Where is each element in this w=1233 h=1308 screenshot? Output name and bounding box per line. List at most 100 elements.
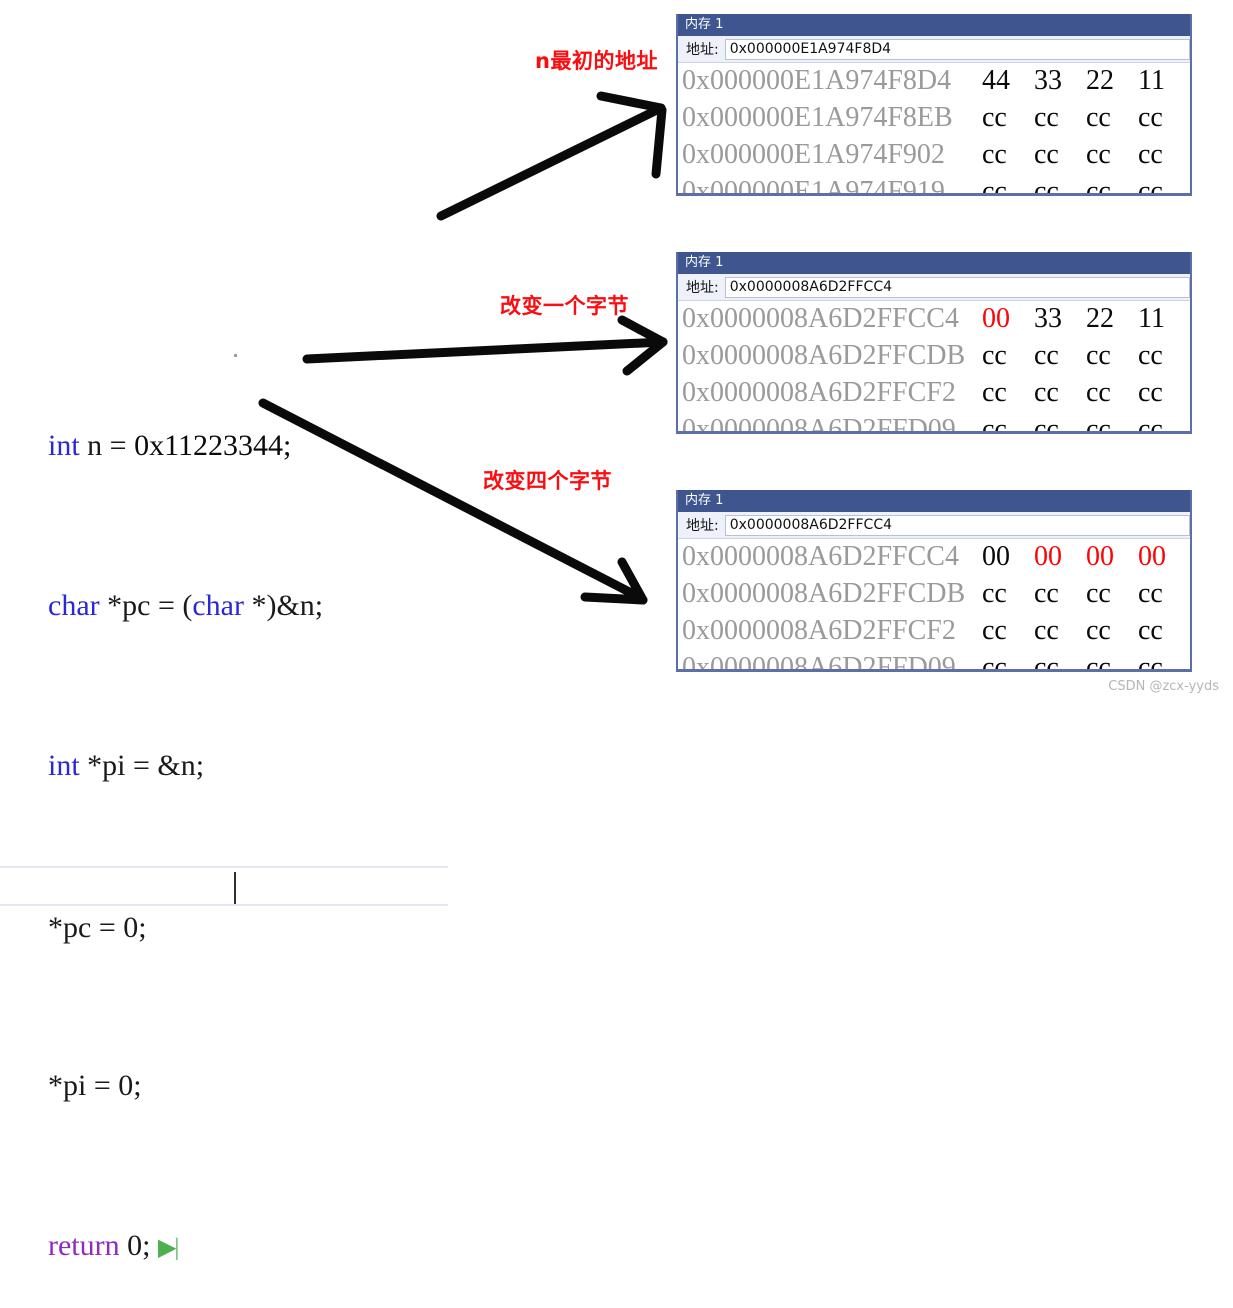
- memory-row-bytes: 44 33 22 11: [982, 65, 1190, 97]
- memory-byte: cc: [1138, 102, 1163, 133]
- memory-byte: cc: [1138, 176, 1163, 196]
- memory-window-3[interactable]: 内存 1 地址: 0x0000008A6D2FFCC4 0x0000008A6D…: [676, 490, 1192, 672]
- memory-row-bytes: cc cc cc cc: [982, 340, 1190, 372]
- memory-row-partial: 0x000000E1A974F919 cc cc cc cc: [678, 176, 1190, 196]
- memory-window-1[interactable]: 内存 1 地址: 0x000000E1A974F8D4 0x000000E1A9…: [676, 14, 1192, 196]
- annotation-n-initial-address: n最初的地址: [535, 49, 658, 73]
- code-line-6[interactable]: return 0; ▶|: [0, 1186, 460, 1262]
- memory-byte: cc: [1138, 615, 1163, 646]
- memory-address-bar[interactable]: 地址: 0x0000008A6D2FFCC4: [678, 274, 1190, 301]
- memory-row-bytes: cc cc cc cc: [982, 139, 1190, 171]
- memory-row-bytes: cc cc cc cc: [982, 578, 1190, 610]
- memory-byte: cc: [982, 176, 1007, 196]
- memory-byte: cc: [1086, 176, 1111, 196]
- code-line-1[interactable]: int n = 0x11223344;: [0, 386, 460, 462]
- memory-byte: 22: [1086, 65, 1114, 96]
- memory-row: 0x000000E1A974F8EB cc cc cc cc: [678, 102, 1190, 139]
- memory-address-bar[interactable]: 地址: 0x000000E1A974F8D4: [678, 36, 1190, 63]
- memory-byte-modified: 00: [982, 303, 1010, 334]
- arrow-to-memory-window-1: [436, 91, 667, 221]
- memory-row-partial: 0x0000008A6D2FFD09 cc cc cc cc: [678, 414, 1190, 431]
- memory-byte: 33: [1034, 65, 1062, 96]
- memory-window-title: 内存 1: [678, 14, 1190, 36]
- memory-byte: cc: [1034, 615, 1059, 646]
- memory-row-bytes: cc cc cc cc: [982, 377, 1190, 409]
- memory-row: 0x0000008A6D2FFCDB cc cc cc cc: [678, 340, 1190, 377]
- code-token-keyword: int: [48, 429, 80, 462]
- memory-address-input[interactable]: 0x000000E1A974F8D4: [724, 38, 1190, 60]
- memory-address-bar[interactable]: 地址: 0x0000008A6D2FFCC4: [678, 512, 1190, 539]
- memory-row-partial: 0x0000008A6D2FFD09 cc cc cc cc: [678, 652, 1190, 672]
- memory-byte: 33: [1034, 303, 1062, 334]
- memory-address-label: 地址:: [686, 42, 719, 58]
- memory-byte: cc: [1034, 102, 1059, 133]
- memory-byte-modified: 00: [1138, 541, 1166, 572]
- code-token-keyword: int: [48, 749, 80, 782]
- memory-row-address: 0x0000008A6D2FFCC4: [682, 541, 959, 572]
- memory-window-title: 内存 1: [678, 252, 1190, 274]
- memory-byte: cc: [1138, 139, 1163, 170]
- memory-row: 0x0000008A6D2FFCF2 cc cc cc cc: [678, 377, 1190, 414]
- memory-row-bytes: cc cc cc cc: [982, 615, 1190, 647]
- code-line-5[interactable]: *pi = 0;: [0, 1026, 460, 1102]
- code-token-keyword: char: [48, 589, 100, 622]
- memory-byte: cc: [1086, 139, 1111, 170]
- code-token-text: n =: [79, 429, 135, 462]
- memory-byte: 44: [982, 65, 1010, 96]
- memory-address-label: 地址:: [686, 280, 719, 296]
- code-token-keyword: char: [192, 589, 244, 622]
- memory-row-bytes: 00 00 00 00: [982, 541, 1190, 573]
- code-token-text: *pi = 0;: [48, 1069, 142, 1102]
- memory-byte: cc: [982, 102, 1007, 133]
- memory-byte: cc: [1086, 615, 1111, 646]
- memory-byte: cc: [1086, 578, 1111, 609]
- memory-byte-modified: 00: [1034, 541, 1062, 572]
- code-line-3[interactable]: int *pi = &n;: [0, 706, 460, 782]
- memory-row: 0x0000008A6D2FFCC4 00 00 00 00: [678, 541, 1190, 578]
- memory-row-address: 0x000000E1A974F8D4: [682, 65, 952, 96]
- run-to-cursor-icon[interactable]: ▶|: [158, 1235, 179, 1261]
- memory-address-input[interactable]: 0x0000008A6D2FFCC4: [724, 276, 1190, 298]
- memory-byte: cc: [1138, 340, 1163, 371]
- memory-row-address: 0x000000E1A974F8EB: [682, 102, 953, 133]
- memory-byte: cc: [1034, 139, 1059, 170]
- code-token-number: 0x11223344;: [134, 429, 292, 462]
- memory-row-address: 0x0000008A6D2FFCF2: [682, 615, 956, 646]
- code-token-keyword: return: [48, 1229, 120, 1262]
- memory-byte: cc: [1138, 652, 1163, 672]
- memory-address-label: 地址:: [686, 518, 719, 534]
- code-editor[interactable]: int n = 0x11223344; char *pc = (char *)&…: [0, 186, 460, 1266]
- code-token-text: *)&n;: [243, 589, 324, 622]
- memory-byte: 00: [982, 541, 1010, 572]
- memory-rows: 0x0000008A6D2FFCC4 00 33 22 11 0x0000008A6D…: [678, 301, 1190, 431]
- memory-row: 0x0000008A6D2FFCC4 00 33 22 11: [678, 303, 1190, 340]
- memory-byte: cc: [1138, 578, 1163, 609]
- code-line-4-current[interactable]: *pc = 0;: [0, 866, 448, 944]
- memory-address-input[interactable]: 0x0000008A6D2FFCC4: [724, 514, 1190, 536]
- memory-byte: cc: [982, 340, 1007, 371]
- memory-row-address: 0x000000E1A974F919: [682, 176, 945, 196]
- memory-row: 0x000000E1A974F8D4 44 33 22 11: [678, 65, 1190, 102]
- code-line-2[interactable]: char *pc = (char *)&n;: [0, 546, 460, 622]
- memory-row-address: 0x0000008A6D2FFCDB: [682, 578, 966, 609]
- memory-row-bytes: cc cc cc cc: [982, 102, 1190, 134]
- annotation-change-one-byte: 改变一个字节: [500, 294, 629, 318]
- memory-byte: cc: [982, 377, 1007, 408]
- memory-row: 0x0000008A6D2FFCF2 cc cc cc cc: [678, 615, 1190, 652]
- memory-row-address: 0x0000008A6D2FFCF2: [682, 377, 956, 408]
- editor-artifact-dot: [234, 354, 237, 357]
- text-caret: [234, 872, 236, 904]
- memory-byte: 22: [1086, 303, 1114, 334]
- code-token-text: 0;: [119, 1229, 158, 1262]
- memory-byte: cc: [982, 615, 1007, 646]
- memory-byte: cc: [1086, 652, 1111, 672]
- memory-byte: cc: [1034, 578, 1059, 609]
- memory-row-address: 0x0000008A6D2FFCC4: [682, 303, 959, 334]
- memory-row-address: 0x000000E1A974F902: [682, 139, 945, 170]
- memory-window-2[interactable]: 内存 1 地址: 0x0000008A6D2FFCC4 0x0000008A6D…: [676, 252, 1192, 434]
- memory-row-bytes: 00 33 22 11: [982, 303, 1190, 335]
- memory-row: 0x0000008A6D2FFCDB cc cc cc cc: [678, 578, 1190, 615]
- memory-byte: 11: [1138, 303, 1165, 334]
- memory-byte: cc: [1034, 377, 1059, 408]
- memory-row-bytes: cc cc cc cc: [982, 414, 1190, 431]
